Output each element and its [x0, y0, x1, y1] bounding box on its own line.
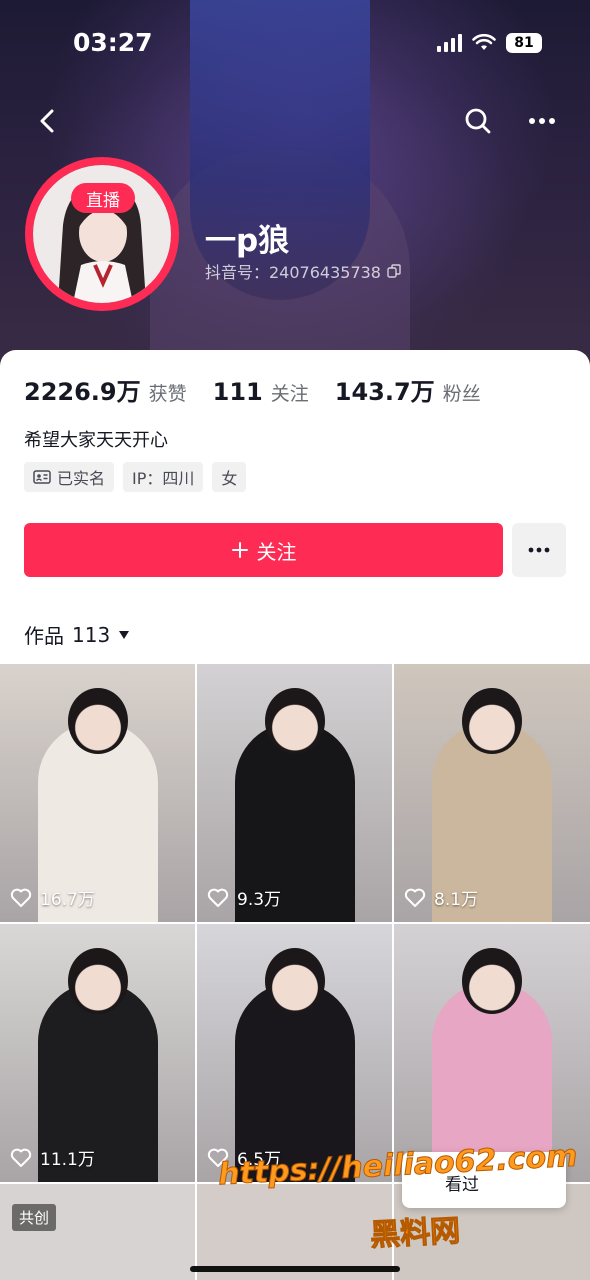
followers-label[interactable]: 粉丝: [443, 379, 481, 406]
video-likes-count: 9.3万: [237, 890, 282, 910]
video-likes: 8.1万: [404, 885, 478, 910]
video-thumbnail[interactable]: 9.3万: [197, 664, 392, 922]
likes-label[interactable]: 获赞: [149, 379, 187, 406]
cellular-signal-icon: [437, 34, 462, 52]
search-icon[interactable]: [460, 103, 496, 139]
status-icons: 81: [437, 33, 542, 53]
profile-bio: 希望大家天天开心: [24, 430, 168, 451]
video-likes-count: 8.1万: [434, 890, 479, 910]
video-thumbnail[interactable]: 6.5万: [197, 924, 392, 1182]
heart-icon: [404, 888, 426, 907]
heart-icon: [10, 1148, 32, 1167]
more-dots-icon: [528, 547, 550, 553]
ip-location-tag: IP：四川: [123, 462, 204, 492]
follow-button-label: 关注: [256, 539, 297, 564]
home-indicator: [190, 1266, 400, 1272]
gender-label: 女: [221, 469, 238, 488]
video-likes: 9.3万: [207, 885, 281, 910]
video-thumbnail[interactable]: 16.7万: [0, 664, 195, 922]
following-label[interactable]: 关注: [271, 379, 309, 406]
follow-button[interactable]: 关注: [24, 523, 503, 577]
video-likes-count: 11.1万: [40, 1150, 95, 1170]
video-likes: 16.7万: [10, 885, 95, 910]
profile-name: 一p狼: [205, 223, 290, 259]
profile-stats: 2226.9万 获赞 111 关注 143.7万 粉丝: [24, 372, 507, 407]
live-badge[interactable]: 直播: [71, 183, 135, 213]
status-bar: 03:27 81: [0, 0, 590, 88]
battery-indicator: 81: [506, 33, 542, 53]
video-thumbnail[interactable]: 11.1万: [0, 924, 195, 1182]
douyin-id: 抖音号：24076435738: [205, 259, 401, 283]
works-count: 113: [72, 622, 111, 647]
plus-icon: [231, 542, 248, 558]
heart-icon: [207, 888, 229, 907]
video-thumbnail[interactable]: [0, 1184, 195, 1280]
wifi-icon: [472, 34, 496, 50]
works-tab[interactable]: 作品 113: [24, 620, 130, 649]
more-options-icon[interactable]: [524, 103, 560, 139]
status-time: 03:27: [73, 28, 153, 57]
back-icon[interactable]: [30, 103, 66, 139]
followers-count[interactable]: 143.7万: [335, 372, 435, 407]
top-nav: [0, 95, 590, 149]
verified-tag: 已实名: [24, 462, 115, 492]
heart-icon: [10, 888, 32, 907]
gender-tag: 女: [212, 462, 247, 492]
likes-count: 2226.9万: [24, 378, 141, 406]
works-tab-label: 作品: [24, 624, 64, 648]
avatar-live-ring[interactable]: 直播: [25, 157, 179, 311]
more-actions-button[interactable]: [512, 523, 566, 577]
id-card-icon: [33, 470, 51, 484]
video-thumbnail[interactable]: 8.1万: [394, 664, 590, 922]
video-likes: 11.1万: [10, 1145, 95, 1170]
watermark-site-name: 黑料网: [369, 1213, 462, 1254]
copy-icon[interactable]: [387, 264, 401, 278]
verified-tag-label: 已实名: [57, 469, 106, 488]
following-count[interactable]: 111: [213, 378, 263, 406]
cocreate-badge: 共创: [12, 1204, 57, 1231]
video-likes-count: 16.7万: [40, 890, 95, 910]
profile-tags: 已实名 IP：四川 女: [24, 462, 247, 492]
douyin-id-text: 抖音号：24076435738: [205, 263, 381, 282]
dropdown-triangle-icon: [119, 630, 130, 639]
ip-location-label: IP：四川: [132, 469, 195, 488]
